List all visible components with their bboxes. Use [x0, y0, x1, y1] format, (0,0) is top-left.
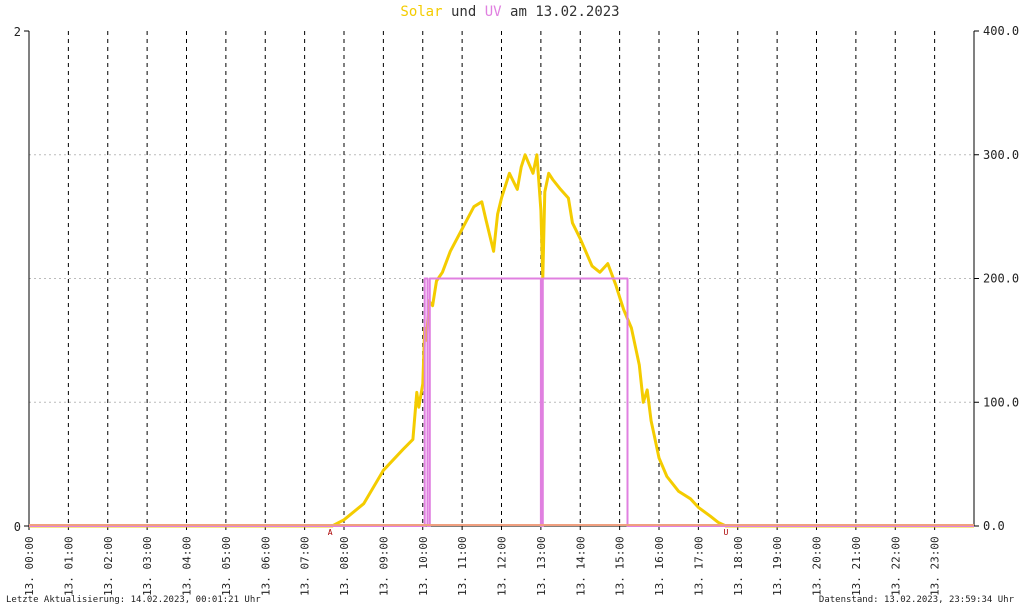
marker-label: U — [724, 528, 729, 537]
x-tick-label: 13. 21:00 — [850, 536, 863, 596]
x-tick-label: 13. 06:00 — [259, 536, 272, 596]
x-tick-label: 13. 03:00 — [141, 536, 154, 596]
x-tick-label: 13. 16:00 — [653, 536, 666, 596]
x-tick-label: 13. 14:00 — [574, 536, 587, 596]
x-tick-label: 13. 01:00 — [62, 536, 75, 596]
x-tick-label: 13. 22:00 — [889, 536, 902, 596]
x-tick-label: 13. 05:00 — [220, 536, 233, 596]
x-tick-label: 13. 18:00 — [732, 536, 745, 596]
x-tick-label: 13. 19:00 — [771, 536, 784, 596]
y-left-tick-label: 2 — [14, 25, 21, 39]
y-right-tick-label: 100.0 — [983, 395, 1019, 409]
x-tick-label: 13. 09:00 — [377, 536, 390, 596]
x-tick-label: 13. 04:00 — [181, 536, 194, 596]
x-tick-label: 13. 07:00 — [299, 536, 312, 596]
x-tick-label: 13. 23:00 — [929, 536, 942, 596]
y-left-tick-label: 0 — [14, 520, 21, 534]
marker-label: A — [328, 528, 333, 537]
solar-uv-chart: 0.0 100.0 200.0 300.0 400.0 13. 00:00 13. 01:0… — [14, 24, 1019, 596]
x-tick-label: 13. 17:00 — [692, 536, 705, 596]
x-tick-label: 13. 02:00 — [102, 536, 115, 596]
x-tick-label: 13. 12:00 — [496, 536, 509, 596]
x-tick-label: 13. 10:00 — [417, 536, 430, 596]
y-right-tick-label: 200.0 — [983, 272, 1019, 286]
y-right-tick-label: 300.0 — [983, 148, 1019, 162]
footer-data-status: Datenstand: 13.02.2023, 23:59:34 Uhr — [818, 595, 1014, 605]
x-tick-label: 13. 08:00 — [338, 536, 351, 596]
y-right-tick-label: 0.0 — [983, 519, 1005, 533]
x-tick-label: 13. 11:00 — [456, 536, 469, 596]
x-tick-label: 13. 00:00 — [23, 536, 36, 596]
footer-last-update: Letzte Aktualisierung: 14.02.2023, 00:01… — [6, 595, 261, 605]
x-tick-label: 13. 20:00 — [811, 536, 824, 596]
y-right-tick-label: 400.0 — [983, 24, 1019, 38]
x-tick-label: 13. 13:00 — [535, 536, 548, 596]
x-tick-label: 13. 15:00 — [614, 536, 627, 596]
